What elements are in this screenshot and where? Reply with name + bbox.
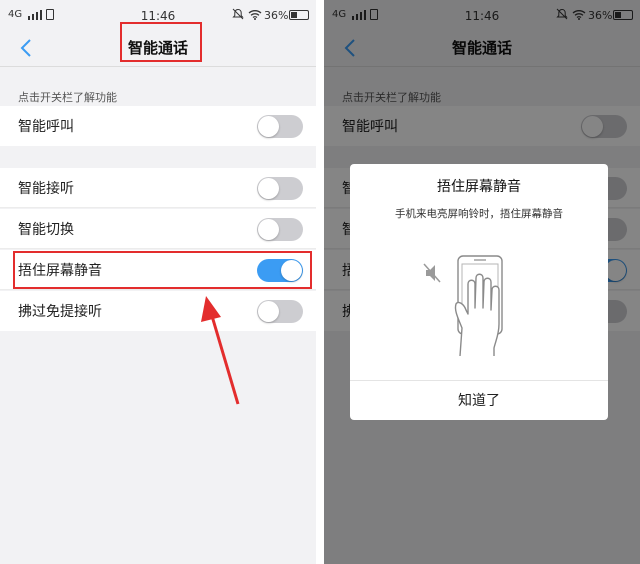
dialog-message: 手机来电亮屏响铃时，捂住屏幕静音 (395, 208, 563, 220)
setting-row-smart-switch[interactable]: 智能切换 (0, 209, 316, 249)
red-arrow-icon (201, 296, 240, 405)
setting-label: 拂过免提接听 (18, 304, 102, 320)
bell-mute-icon (232, 8, 244, 20)
toggle-knob (258, 219, 279, 240)
setting-label: 智能接听 (18, 181, 74, 197)
setting-row-smart-answer[interactable]: 智能接听 (0, 168, 316, 208)
setting-row-wave-speaker[interactable]: 拂过免提接听 (0, 291, 316, 331)
toggle-knob (258, 116, 279, 137)
row-divider (0, 207, 316, 208)
dialog-title: 捂住屏幕静音 (437, 179, 521, 195)
wave-speaker-toggle[interactable] (257, 300, 303, 323)
smart-switch-toggle[interactable] (257, 218, 303, 241)
battery-icon (289, 10, 309, 20)
dialog-divider (350, 380, 608, 381)
settings-screen: 4G 11:46 36% 智能通话 点击开关栏了解功能 智能呼叫 智能接听 智能… (0, 0, 316, 564)
battery-percent: 36% (264, 9, 289, 22)
setting-label: 智能呼叫 (18, 119, 74, 135)
row-divider (0, 289, 316, 290)
divider (0, 66, 316, 67)
toggle-knob (258, 301, 279, 322)
section-hint: 点击开关栏了解功能 (18, 91, 117, 104)
row-divider (0, 248, 316, 249)
setting-row-smart-call[interactable]: 智能呼叫 (0, 106, 316, 146)
wifi-icon (248, 10, 262, 20)
highlight-box-row (13, 251, 312, 289)
smart-answer-toggle[interactable] (257, 177, 303, 200)
smart-call-toggle[interactable] (257, 115, 303, 138)
toggle-knob (258, 178, 279, 199)
got-it-button[interactable]: 知道了 (350, 390, 608, 410)
info-dialog: 捂住屏幕静音 手机来电亮屏响铃时，捂住屏幕静音 知道了 (350, 164, 608, 420)
setting-label: 智能切换 (18, 222, 74, 238)
highlight-box-title (120, 22, 202, 62)
settings-screen-with-dialog: 4G 11:46 36% 智能通话 点击开关栏了解功能 智能呼叫 智能接听 智能… (324, 0, 640, 564)
hand-covering-phone-icon (423, 255, 503, 357)
